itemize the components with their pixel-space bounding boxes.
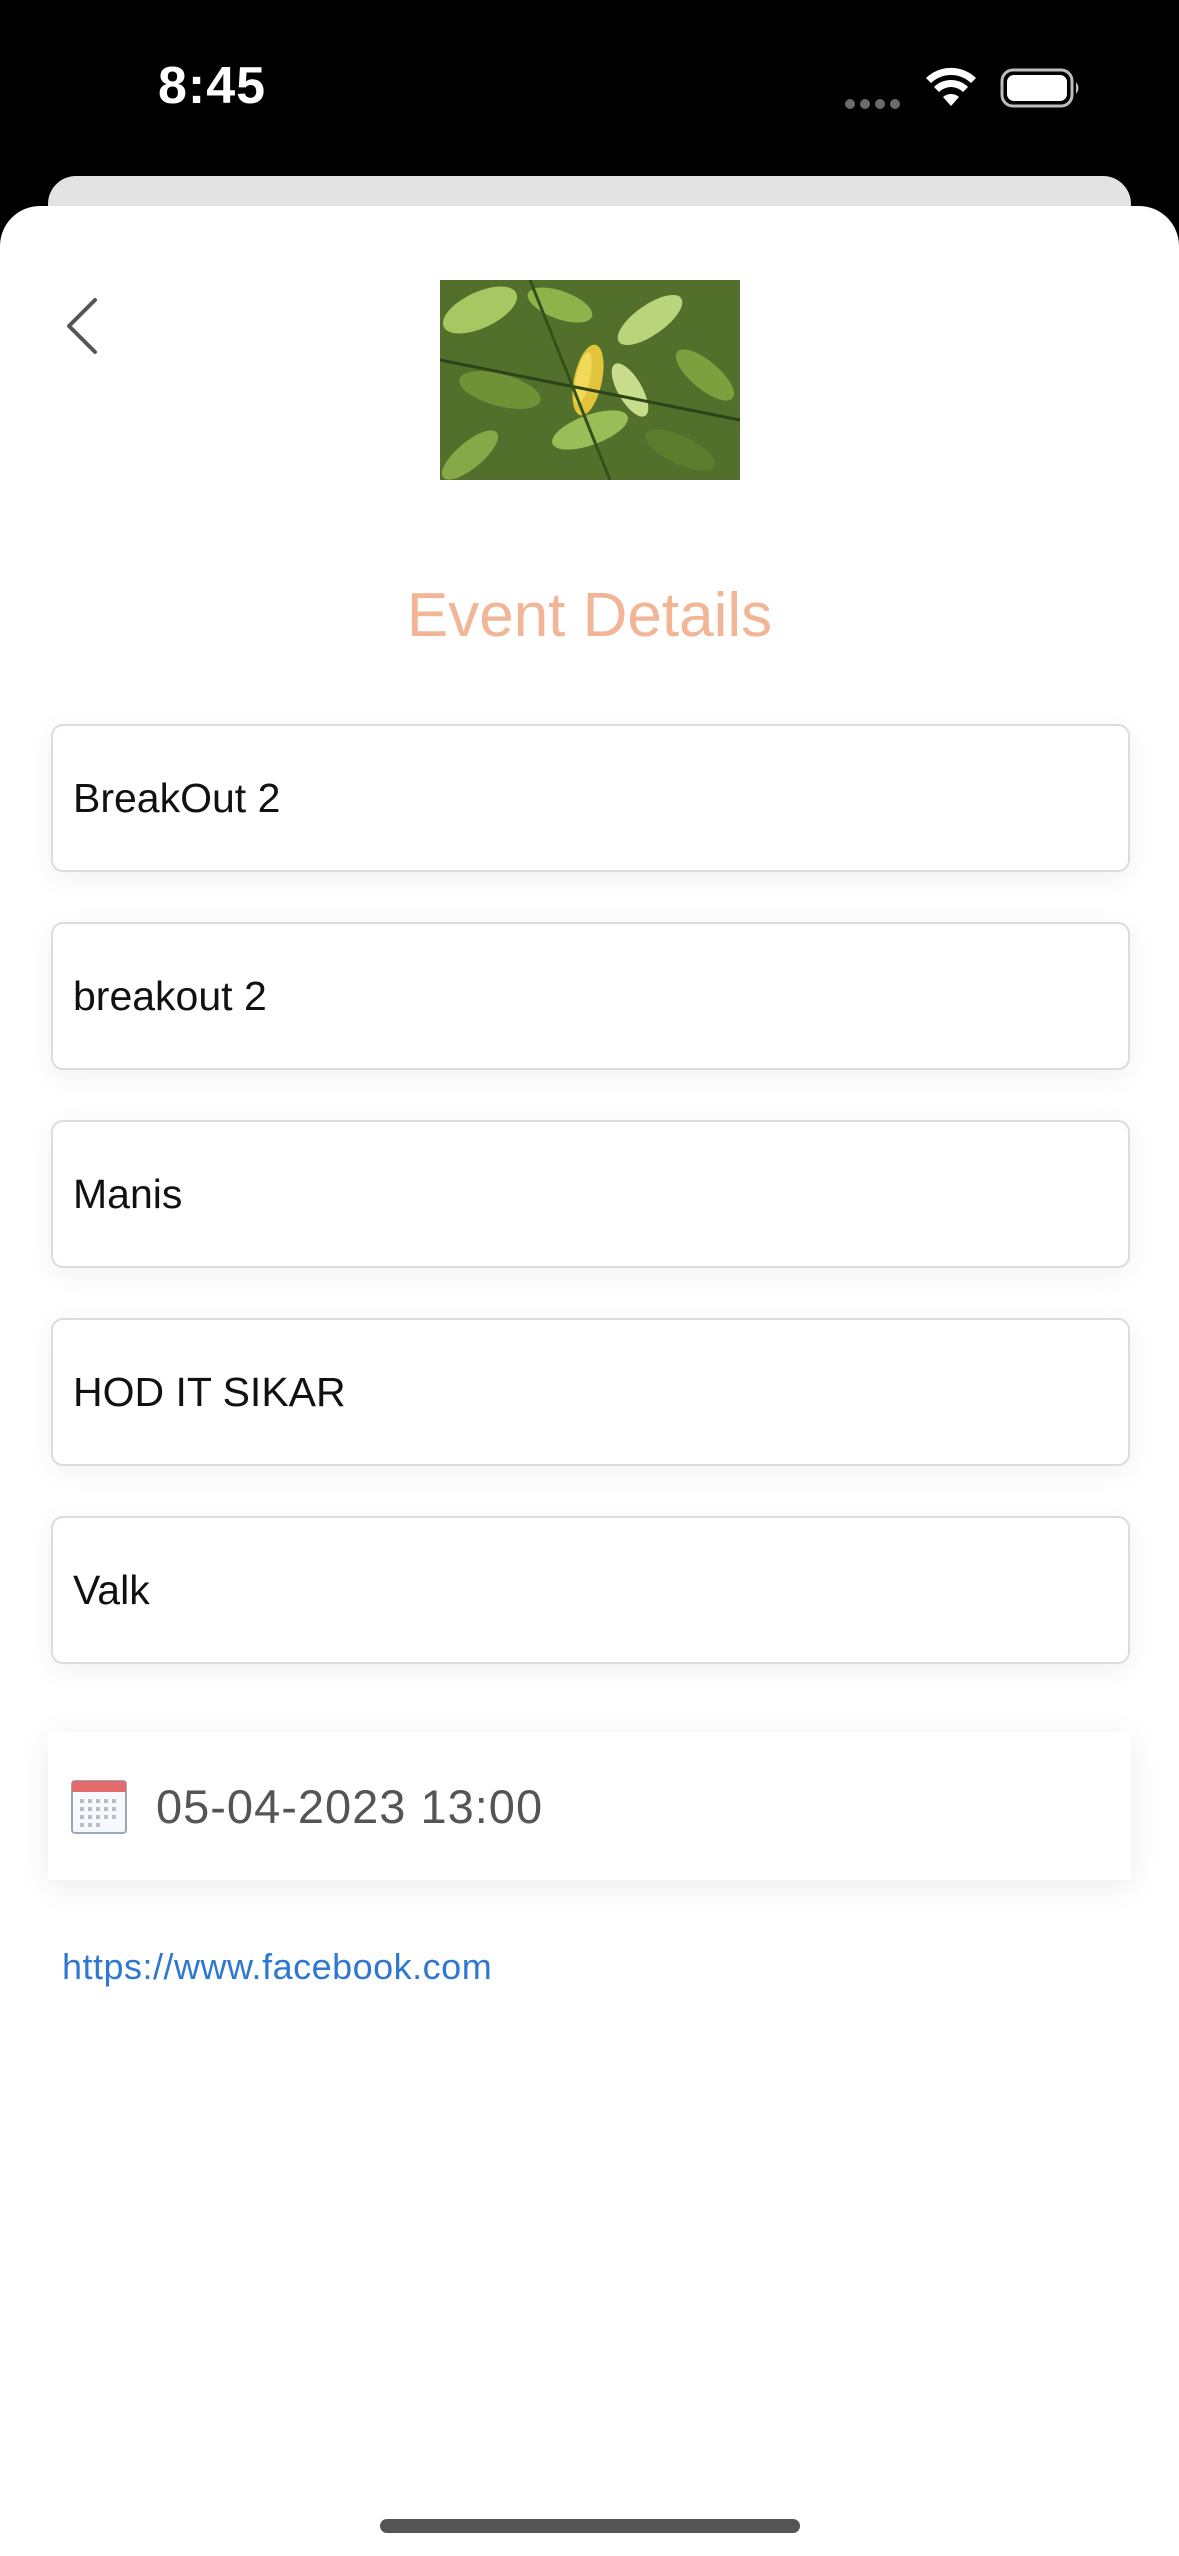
back-chevron-icon[interactable]: [55, 286, 111, 366]
event-details-sheet: Event Details BreakOut 2 breakout 2 Mani…: [0, 206, 1179, 2556]
calendar-icon: [71, 1780, 127, 1834]
phone-screen: 8:45 Event Details BreakOut 2 breakout 2…: [0, 0, 1179, 2556]
date-time-value: 05-04-2023 13:00: [156, 1779, 544, 1833]
battery-icon: [1000, 68, 1079, 108]
date-time-picker[interactable]: 05-04-2023 13:00: [48, 1732, 1131, 1880]
event-link[interactable]: https://www.facebook.com: [62, 1946, 492, 1988]
designation-field[interactable]: HOD IT SIKAR: [51, 1318, 1130, 1466]
speaker-field[interactable]: Manis: [51, 1120, 1130, 1268]
event-name-field[interactable]: BreakOut 2: [51, 724, 1130, 872]
cellular-signal-icon: [845, 96, 905, 109]
event-photo: [440, 280, 740, 480]
event-description-field[interactable]: breakout 2: [51, 922, 1130, 1070]
wifi-icon: [926, 67, 976, 106]
home-indicator[interactable]: [380, 2519, 800, 2533]
venue-field[interactable]: Valk: [51, 1516, 1130, 1664]
page-title: Event Details: [406, 581, 773, 650]
status-time: 8:45: [158, 57, 267, 115]
